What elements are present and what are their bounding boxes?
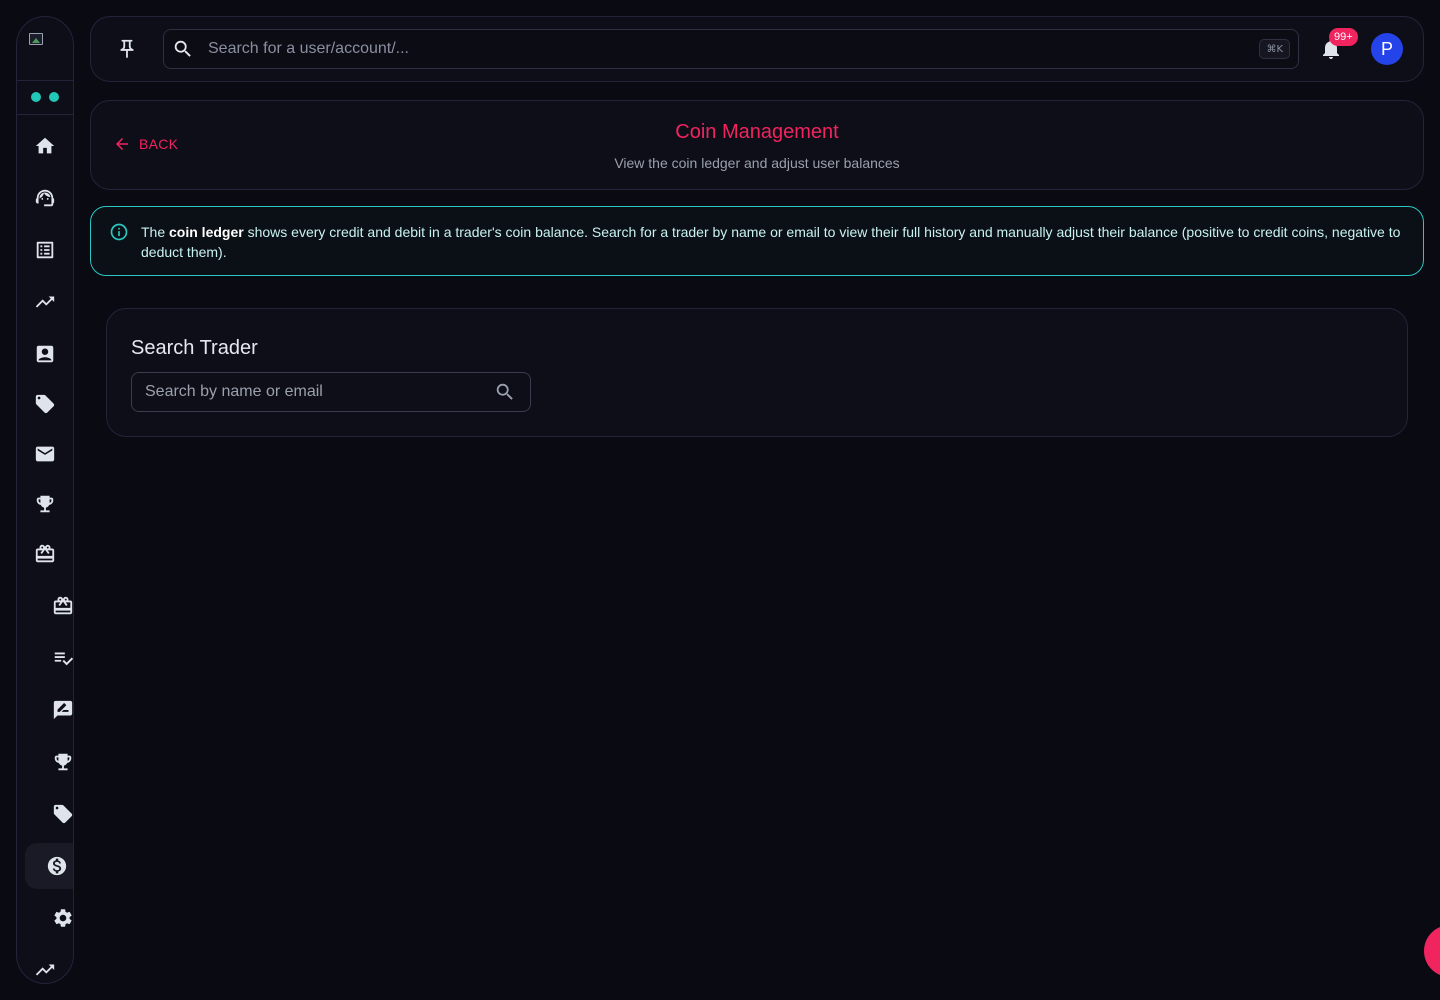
playlist-check-icon [54,652,73,666]
settings-icon [54,909,72,927]
trending-up-icon [35,964,55,976]
status-dots [31,92,59,102]
trophy-icon [36,495,54,513]
sidebar-divider [17,80,73,81]
mail-icon [35,446,55,462]
gift-card-icon [35,544,55,563]
sidebar-item-tags[interactable] [27,386,63,422]
notification-badge: 99+ [1329,28,1358,46]
floating-action-button[interactable] [1424,925,1440,977]
gift-card-icon [53,596,73,615]
tag-icon [35,394,55,414]
sidebar-subitem-coins[interactable] [25,843,73,889]
sidebar-subitem-settings[interactable] [45,900,73,936]
support-agent-icon [35,189,55,207]
sidebar-subitem-trophies[interactable] [45,744,73,780]
keyboard-shortcut-hint: ⌘K [1259,39,1290,59]
contact-card-icon [36,345,54,363]
sidebar-subitem-tags[interactable] [45,796,73,832]
dollar-coin-icon [47,856,67,876]
avatar[interactable]: P [1371,33,1403,65]
sidebar-item-support[interactable] [27,180,63,216]
sidebar-subitem-reviews[interactable] [45,692,73,728]
sidebar-item-list[interactable] [27,232,63,268]
top-bar: ⌘K 99+ P [90,16,1424,82]
page-title: Coin Management [675,121,839,143]
global-search-input[interactable] [208,30,1208,68]
sidebar-subitem-checklist[interactable] [45,640,73,676]
sidebar-item-mail[interactable] [27,436,63,472]
sidebar-item-rewards[interactable] [27,486,63,522]
search-trader-title: Search Trader [131,337,258,359]
trader-search-input[interactable] [145,373,485,411]
list-alt-icon [36,241,54,259]
sidebar-subitem-gift-cards[interactable] [45,588,73,624]
info-alert-text: The coin ledger shows every credit and d… [141,222,1407,262]
info-alert-suffix: shows every credit and debit in a trader… [141,224,1401,260]
sidebar-item-home[interactable] [27,128,63,164]
rate-review-icon [53,700,73,720]
tag-icon [53,804,73,824]
sidebar-item-analytics[interactable] [27,284,63,320]
trader-search-field [131,372,531,412]
trophy-icon [54,753,72,771]
page-header: BACK Coin Management View the coin ledge… [90,100,1424,190]
home-icon [35,137,55,154]
sidebar [16,16,74,984]
sidebar-item-contacts[interactable] [27,336,63,372]
global-search: ⌘K [163,29,1299,69]
sidebar-item-gift-cards[interactable] [27,536,63,572]
status-dot [49,92,59,102]
sidebar-divider [17,114,73,115]
info-alert-bold: coin ledger [169,224,244,240]
trending-up-icon [35,296,55,308]
info-alert-prefix: The [141,224,170,240]
page-subtitle: View the coin ledger and adjust user bal… [614,155,900,171]
search-icon [172,38,194,60]
sidebar-item-trends[interactable] [27,952,63,983]
search-icon[interactable] [494,381,516,403]
info-icon [109,222,129,242]
pin-button[interactable] [115,37,139,61]
search-trader-card: Search Trader [106,308,1408,437]
logo-broken-image-icon[interactable] [29,33,47,51]
info-alert: The coin ledger shows every credit and d… [90,206,1424,276]
pin-icon [120,39,134,59]
status-dot [31,92,41,102]
